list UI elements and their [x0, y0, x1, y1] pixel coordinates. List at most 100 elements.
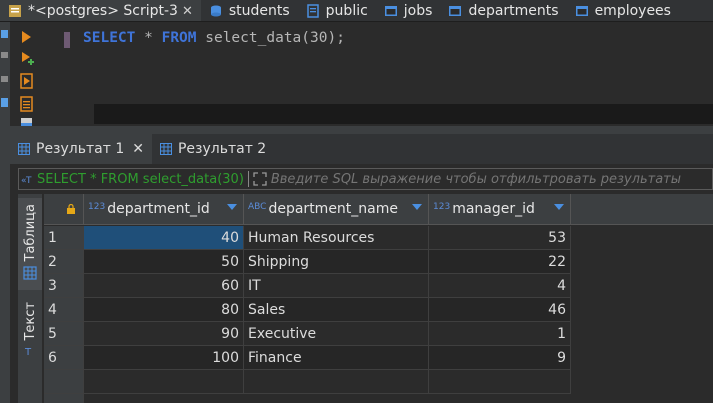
- divider: [247, 171, 249, 187]
- table-icon: [384, 5, 398, 17]
- sort-icon[interactable]: [554, 204, 564, 210]
- row-number: [44, 394, 84, 403]
- left-toolbar: [0, 22, 10, 403]
- sql-text: select_data(30);: [196, 30, 345, 46]
- tab-label: employees: [594, 3, 671, 19]
- cell-manager-id[interactable]: 46: [429, 298, 571, 322]
- column-name: department_name: [268, 201, 398, 217]
- explain-plan-icon[interactable]: [20, 96, 34, 116]
- cell-department-id[interactable]: 80: [84, 298, 244, 322]
- view-mode-panel: Таблица Текст T: [18, 194, 42, 403]
- sql-script-icon: [8, 4, 22, 18]
- column-header-department-id[interactable]: 123 department_id: [84, 194, 244, 225]
- table-row[interactable]: 1 40 Human Resources 53: [44, 226, 713, 250]
- cell-department-name[interactable]: Sales: [244, 298, 429, 322]
- tab-script-3[interactable]: *<postgres> Script-3 ✕: [0, 0, 201, 21]
- filter-sql-text: SELECT * FROM select_data(30): [37, 171, 244, 187]
- tab-public[interactable]: public: [298, 0, 376, 21]
- expand-filter-icon[interactable]: [253, 172, 267, 186]
- tab-label: departments: [468, 3, 559, 19]
- column-header-department-name[interactable]: ABC department_name: [244, 194, 429, 225]
- cell-department-name[interactable]: Shipping: [244, 250, 429, 274]
- cell-manager-id[interactable]: 9: [429, 346, 571, 370]
- cell-manager-id[interactable]: 53: [429, 226, 571, 250]
- tab-label: students: [228, 3, 290, 19]
- column-name: department_id: [107, 201, 210, 217]
- cell-department-id[interactable]: 50: [84, 250, 244, 274]
- cell-department-id[interactable]: 40: [84, 226, 244, 250]
- row-number[interactable]: 4: [44, 298, 84, 322]
- cell-department-name[interactable]: IT: [244, 274, 429, 298]
- column-header-manager-id[interactable]: 123 manager_id: [429, 194, 571, 225]
- tab-employees[interactable]: employees: [567, 0, 679, 21]
- table-row[interactable]: 3 60 IT 4: [44, 274, 713, 298]
- tab-result-2[interactable]: Результат 2: [152, 134, 274, 164]
- cell-manager-id[interactable]: 22: [429, 250, 571, 274]
- table-row[interactable]: 2 50 Shipping 22: [44, 250, 713, 274]
- cell-department-name[interactable]: Finance: [244, 346, 429, 370]
- splitter[interactable]: [10, 126, 713, 134]
- result-tab-label: Результат 2: [177, 141, 267, 157]
- table-row[interactable]: 4 80 Sales 46: [44, 298, 713, 322]
- sql-keyword: SELECT: [83, 30, 136, 46]
- cell-department-id[interactable]: 90: [84, 322, 244, 346]
- database-icon: [209, 4, 223, 18]
- tab-departments[interactable]: departments: [440, 0, 566, 21]
- empty-cell: [244, 370, 429, 394]
- empty-row: [44, 370, 713, 394]
- row-number[interactable]: 3: [44, 274, 84, 298]
- schema-icon: [306, 4, 320, 18]
- empty-row: [44, 394, 713, 403]
- cell-manager-id[interactable]: 1: [429, 322, 571, 346]
- cell-manager-id[interactable]: 4: [429, 274, 571, 298]
- filter-bar[interactable]: «T SELECT * FROM select_data(30): [18, 168, 713, 190]
- sql-text: *: [135, 30, 162, 46]
- row-number[interactable]: 6: [44, 346, 84, 370]
- close-icon[interactable]: ✕: [182, 4, 193, 19]
- tab-result-1[interactable]: Результат 1 ✕: [10, 134, 152, 164]
- sort-icon[interactable]: [227, 204, 237, 210]
- tab-label: *<postgres> Script-3: [28, 3, 178, 19]
- svg-text:T: T: [24, 347, 32, 357]
- current-line-marker: [64, 32, 70, 48]
- table-icon: [448, 5, 462, 17]
- text-type-icon: ABC: [248, 202, 267, 212]
- filter-history-icon[interactable]: «T: [21, 173, 35, 185]
- sort-icon[interactable]: [412, 204, 422, 210]
- filter-input[interactable]: [270, 171, 712, 187]
- execute-statement-icon[interactable]: [20, 30, 32, 48]
- tab-table-view[interactable]: Таблица: [18, 198, 42, 290]
- tab-jobs[interactable]: jobs: [376, 0, 441, 21]
- tab-label: jobs: [403, 3, 433, 19]
- svg-text:«T: «T: [21, 176, 32, 185]
- sql-code-line[interactable]: SELECT * FROM select_data(30);: [83, 30, 345, 46]
- side-tab-label: Таблица: [22, 204, 38, 262]
- row-number[interactable]: 2: [44, 250, 84, 274]
- execute-script-icon[interactable]: [20, 73, 34, 93]
- tab-text-view[interactable]: Текст T: [18, 298, 42, 370]
- numeric-type-icon: 123: [433, 202, 451, 212]
- empty-cell: [84, 370, 244, 394]
- close-icon[interactable]: ✕: [132, 141, 144, 157]
- tab-label: public: [325, 3, 368, 19]
- numeric-type-icon: 123: [88, 202, 106, 212]
- table-row[interactable]: 6 100 Finance 9: [44, 346, 713, 370]
- table-row[interactable]: 5 90 Executive 1: [44, 322, 713, 346]
- execute-in-new-tab-icon[interactable]: [20, 51, 34, 71]
- editor-tab-bar: *<postgres> Script-3 ✕ students public j…: [0, 0, 713, 22]
- row-number-header: [44, 194, 84, 225]
- sql-keyword: FROM: [161, 30, 197, 46]
- row-number[interactable]: 1: [44, 226, 84, 250]
- grid-icon: [159, 143, 172, 155]
- cell-department-name[interactable]: Human Resources: [244, 226, 429, 250]
- empty-cell: [429, 370, 571, 394]
- horizontal-scrollbar[interactable]: [94, 104, 713, 124]
- tab-students[interactable]: students: [201, 0, 298, 21]
- row-number[interactable]: 5: [44, 322, 84, 346]
- results-grid[interactable]: 123 department_id ABC department_name 12…: [44, 194, 713, 403]
- cell-department-id[interactable]: 100: [84, 346, 244, 370]
- cell-department-id[interactable]: 60: [84, 274, 244, 298]
- table-icon: [575, 5, 589, 17]
- cell-department-name[interactable]: Executive: [244, 322, 429, 346]
- result-tab-bar: Результат 1 ✕ Результат 2: [10, 134, 713, 164]
